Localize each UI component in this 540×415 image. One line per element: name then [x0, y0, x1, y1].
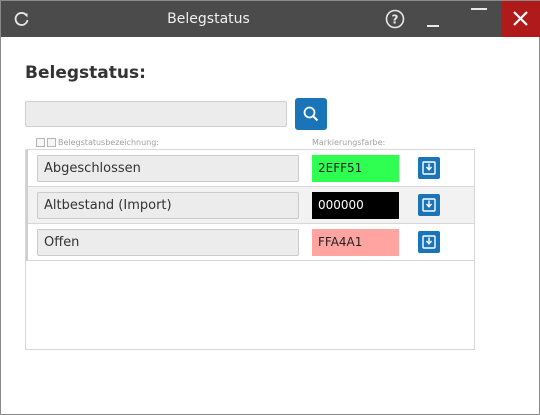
sort-down-button[interactable] [47, 138, 56, 152]
save-icon [422, 161, 436, 175]
table-row: Altbestand (Import) 000000 [26, 187, 474, 224]
svg-text:?: ? [392, 13, 399, 27]
save-button[interactable] [418, 194, 440, 216]
window-title: Belegstatus [167, 11, 250, 27]
status-table: Abgeschlossen 2EFF51 Altbestand (Import)… [25, 149, 475, 350]
close-button[interactable] [501, 1, 540, 37]
search-button[interactable] [295, 98, 327, 130]
save-button[interactable] [418, 231, 440, 253]
table-row: Offen FFA4A1 [26, 224, 474, 261]
status-name-field[interactable]: Altbestand (Import) [37, 192, 299, 219]
refresh-icon[interactable] [12, 9, 32, 29]
status-name-field[interactable]: Abgeschlossen [37, 155, 299, 182]
page-heading: Belegstatus: [25, 63, 146, 83]
title-bar: Belegstatus ? [1, 1, 540, 37]
search-icon [303, 106, 319, 122]
maximize-icon[interactable] [465, 1, 493, 17]
help-icon[interactable]: ? [385, 9, 405, 29]
column-header-name: Belegstatusbezeichnung: [58, 138, 160, 147]
color-field[interactable]: 000000 [312, 192, 399, 219]
minimize-icon[interactable] [424, 9, 444, 29]
save-icon [422, 198, 436, 212]
save-icon [422, 235, 436, 249]
sort-up-button[interactable] [36, 138, 45, 152]
close-icon [513, 11, 528, 26]
table-row: Abgeschlossen 2EFF51 [26, 150, 474, 187]
save-button[interactable] [418, 157, 440, 179]
column-header-color: Markierungsfarbe: [312, 138, 386, 147]
status-name-field[interactable]: Offen [37, 229, 299, 256]
color-field[interactable]: FFA4A1 [312, 229, 399, 256]
search-input[interactable] [25, 101, 287, 127]
dialog-window: Belegstatus ? Belegstatus: Belegstatusbe… [0, 0, 540, 415]
color-field[interactable]: 2EFF51 [312, 155, 399, 182]
